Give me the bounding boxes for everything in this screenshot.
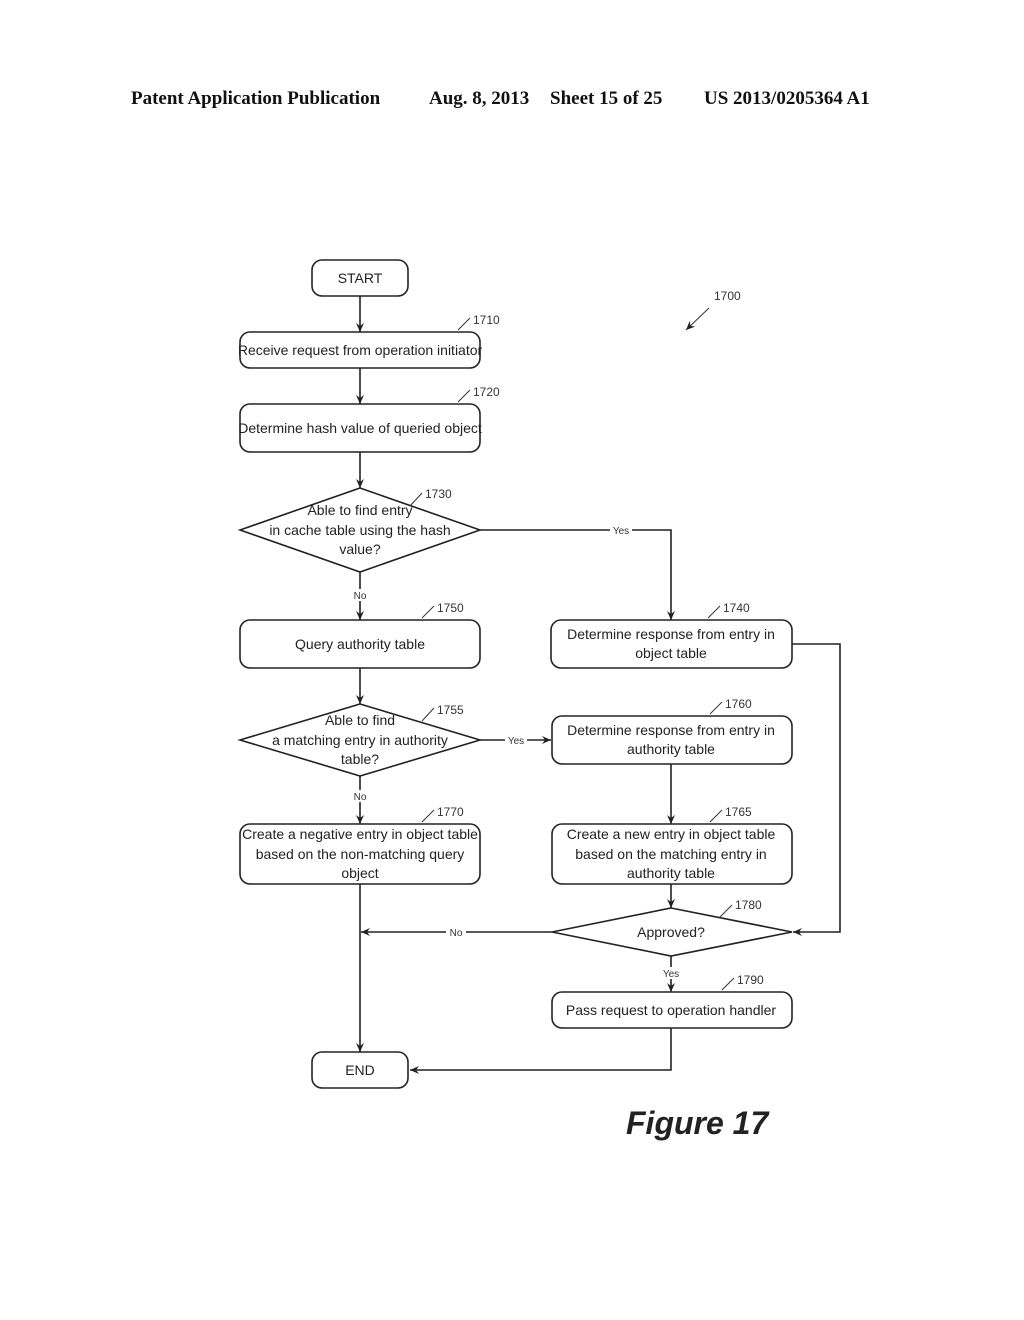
- step-1765: Create a new entry in object table based…: [551, 805, 793, 885]
- ref-1790: 1790: [737, 973, 764, 987]
- figure-caption: Figure 17: [626, 1105, 770, 1141]
- edge-label-1730-yes: Yes: [613, 526, 629, 537]
- ref-1740: 1740: [723, 601, 750, 615]
- step-1720: Determine hash value of queried object 1…: [238, 385, 500, 453]
- edge-1730-yes: [480, 529, 675, 620]
- decision-1730: Able to find entry in cache table using …: [237, 487, 483, 573]
- edge-label-1780-no: No: [450, 928, 463, 939]
- edge-1740-1780: [792, 643, 841, 936]
- ref-1780: 1780: [735, 898, 762, 912]
- ref-1770: 1770: [437, 805, 464, 819]
- step-1790: Pass request to operation handler 1790: [551, 973, 793, 1029]
- step-1765-line-1: Create a new entry in object table: [567, 826, 776, 842]
- ref-1700: 1700: [714, 289, 741, 303]
- step-1770-line-3: object: [341, 865, 378, 881]
- step-1760: Determine response from entry in authori…: [551, 697, 793, 765]
- step-1740-line-2: object table: [635, 645, 707, 661]
- step-1750-text: Query authority table: [295, 636, 425, 652]
- step-1760-line-1: Determine response from entry in: [567, 722, 775, 738]
- decision-1755-line-3: table?: [341, 751, 379, 767]
- decision-1780: Approved? 1780: [551, 898, 793, 957]
- start-node: START: [311, 259, 409, 297]
- step-1710-text: Receive request from operation initiator: [238, 342, 483, 358]
- ref-1750: 1750: [437, 601, 464, 615]
- step-1790-text: Pass request to operation handler: [566, 1002, 776, 1018]
- figure-reference: 1700: [685, 289, 741, 331]
- decision-1730-line-2: in cache table using the hash: [269, 522, 450, 538]
- ref-1700-arrow: [685, 307, 710, 331]
- decision-1755: Able to find a matching entry in authori…: [237, 703, 483, 777]
- ref-1765: 1765: [725, 805, 752, 819]
- edge-1790-end: [410, 1028, 672, 1074]
- ref-1710: 1710: [473, 313, 500, 327]
- step-1720-text: Determine hash value of queried object: [238, 420, 482, 436]
- flowchart: Yes No Yes No No Yes START Receive reque…: [237, 259, 841, 1141]
- ref-1720: 1720: [473, 385, 500, 399]
- step-1760-line-2: authority table: [627, 741, 715, 757]
- decision-1755-line-2: a matching entry in authority: [272, 732, 448, 748]
- step-1710: Receive request from operation initiator…: [238, 313, 500, 369]
- edge-label-1780-yes: Yes: [663, 969, 679, 980]
- decision-1780-text: Approved?: [637, 924, 705, 940]
- step-1740-line-1: Determine response from entry in: [567, 626, 775, 642]
- edge-label-1730-no: No: [354, 591, 367, 602]
- decision-1755-line-1: Able to find: [325, 712, 395, 728]
- decision-1730-line-3: value?: [339, 541, 380, 557]
- end-label: END: [345, 1062, 375, 1078]
- edge-label-1755-yes: Yes: [508, 736, 524, 747]
- start-label: START: [338, 270, 383, 286]
- step-1765-line-3: authority table: [627, 865, 715, 881]
- decision-1730-line-1: Able to find entry: [307, 502, 412, 518]
- step-1765-line-2: based on the matching entry in: [575, 846, 766, 862]
- ref-1730: 1730: [425, 487, 452, 501]
- step-1770-line-2: based on the non-matching query: [256, 846, 465, 862]
- edge-label-1755-no: No: [354, 792, 367, 803]
- end-node: END: [311, 1051, 409, 1089]
- ref-1755: 1755: [437, 703, 464, 717]
- ref-1760: 1760: [725, 697, 752, 711]
- step-1770-line-1: Create a negative entry in object table: [242, 826, 478, 842]
